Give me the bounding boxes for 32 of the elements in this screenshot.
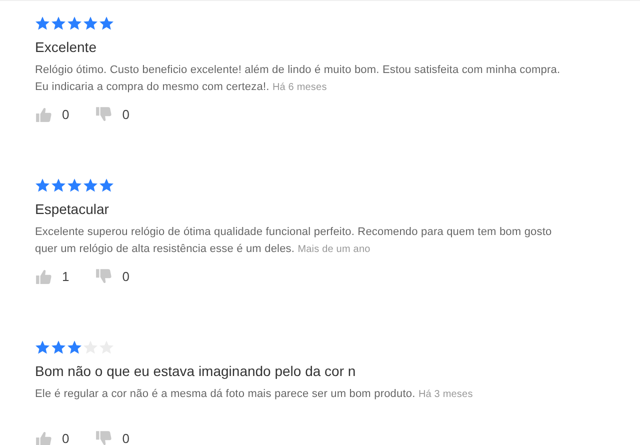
like-count: 0: [62, 431, 70, 445]
like-count: 1: [62, 269, 70, 284]
review-title: Bom não o que eu estava imaginando pelo da cor n: [35, 363, 357, 379]
review-title: Espetacular: [35, 201, 110, 217]
thumbs-down-icon[interactable]: [95, 106, 112, 123]
dislike-count: 0: [122, 107, 130, 122]
star-icon: [67, 178, 82, 193]
star-icon: [67, 16, 82, 31]
thumbs-down-icon[interactable]: [95, 268, 112, 285]
star-icon: [51, 178, 66, 193]
star-icon: [99, 16, 114, 31]
dislike-count: 0: [122, 269, 130, 284]
star-icon: [83, 178, 98, 193]
thumbs-up-icon[interactable]: [35, 106, 52, 123]
dislike-count: 0: [122, 431, 130, 445]
star-icon: [51, 16, 66, 31]
review-text: Ele é regular a cor não é a mesma dá foto mais parece ser um bom produto. Há 3 meses: [35, 387, 474, 402]
like-count: 0: [62, 107, 70, 122]
review-title: Excelente: [35, 39, 98, 55]
star-icon: [83, 340, 98, 355]
star-icon: [35, 340, 50, 355]
review-text: Relógio ótimo. Custo beneficio excelente! além de lindo é muito bom. Estou satisfeita com minha compra. Eu indicaria a compra do mesmo com certeza!. Há 6 meses: [35, 63, 562, 95]
thumbs-down-icon[interactable]: [95, 430, 112, 445]
star-icon: [99, 178, 114, 193]
thumbs-up-icon[interactable]: [35, 430, 52, 445]
thumbs-up-icon[interactable]: [35, 268, 52, 285]
star-icon: [51, 340, 66, 355]
star-icon: [35, 178, 50, 193]
star-icon: [67, 340, 82, 355]
review-text: Excelente superou relógio de ótima qualidade funcional perfeito. Recomendo para quem tem bom gosto quer um relógio de alta resistência esse é um deles. Mais de um ano: [35, 225, 553, 257]
star-icon: [83, 16, 98, 31]
star-icon: [35, 16, 50, 31]
